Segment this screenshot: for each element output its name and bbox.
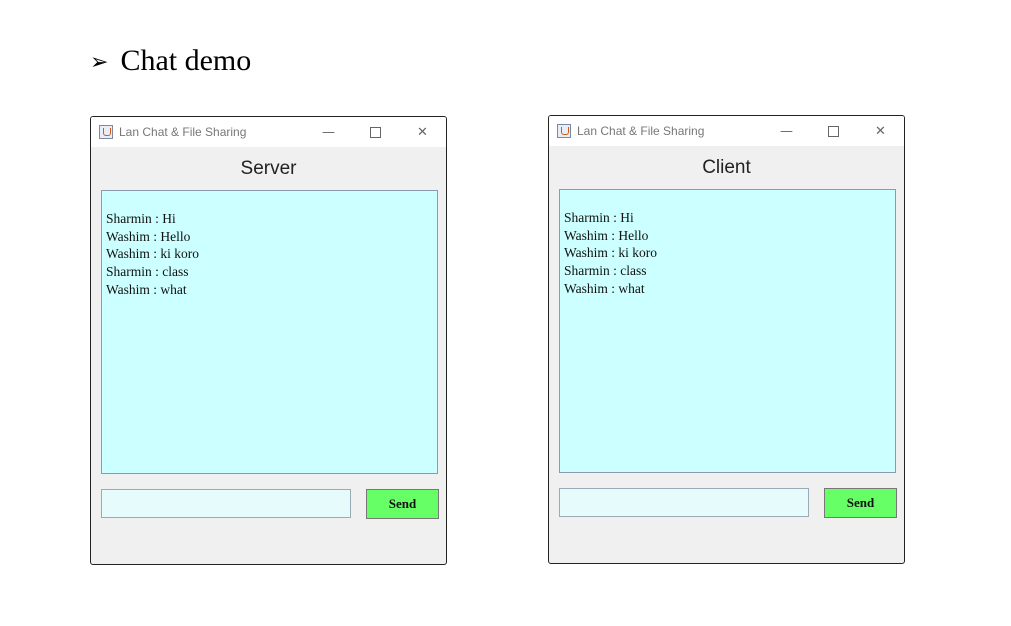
role-label: Client [702, 157, 751, 178]
chat-message: Washim : Hello [564, 227, 649, 243]
chat-message: Washim : Hello [106, 228, 191, 244]
message-input[interactable] [559, 488, 809, 517]
window-title: Lan Chat & File Sharing [577, 124, 705, 138]
chat-message: Sharmin : class [106, 264, 189, 280]
close-icon: ✕ [875, 123, 886, 139]
chat-message: Sharmin : Hi [106, 211, 176, 226]
maximize-button[interactable] [352, 117, 399, 147]
send-button[interactable]: Send [366, 489, 439, 519]
client-window: Lan Chat & File Sharing — ✕ Client Sharm… [548, 115, 905, 564]
java-app-icon [557, 124, 571, 138]
minimize-button[interactable]: — [305, 117, 352, 147]
server-titlebar[interactable]: Lan Chat & File Sharing — ✕ [91, 117, 446, 147]
chat-area[interactable]: Sharmin : Hi Washim : Hello Washim : ki … [101, 190, 438, 474]
chat-message: Washim : what [106, 281, 187, 297]
minimize-icon: — [780, 123, 793, 139]
window-title: Lan Chat & File Sharing [119, 125, 247, 139]
chat-message: Washim : ki koro [564, 245, 658, 261]
close-icon: ✕ [417, 124, 428, 140]
section-heading: ➢ Chat demo [90, 44, 251, 78]
minimize-button[interactable]: — [763, 116, 810, 146]
chat-area[interactable]: Sharmin : Hi Washim : Hello Washim : ki … [559, 189, 896, 473]
maximize-icon [370, 126, 381, 138]
chat-message: Washim : ki koro [106, 246, 200, 262]
chat-message: Sharmin : Hi [564, 210, 634, 225]
maximize-button[interactable] [810, 116, 857, 146]
server-window: Lan Chat & File Sharing — ✕ Server Sharm… [90, 116, 447, 565]
java-app-icon [99, 125, 113, 139]
close-button[interactable]: ✕ [399, 117, 446, 147]
chat-message: Washim : what [564, 280, 645, 296]
client-titlebar[interactable]: Lan Chat & File Sharing — ✕ [549, 116, 904, 146]
message-input[interactable] [101, 489, 351, 518]
role-label: Server [240, 158, 297, 179]
minimize-icon: — [322, 124, 335, 140]
maximize-icon [828, 125, 839, 137]
arrow-bullet-icon: ➢ [90, 49, 109, 74]
chat-message: Sharmin : class [564, 263, 647, 279]
close-button[interactable]: ✕ [857, 116, 904, 146]
send-button[interactable]: Send [824, 488, 897, 518]
section-title: Chat demo [120, 44, 252, 77]
